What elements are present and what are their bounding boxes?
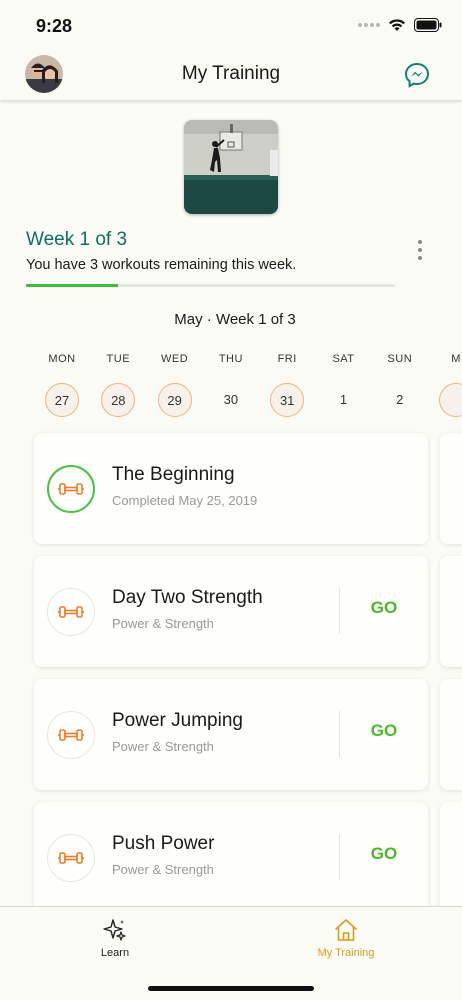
workout-card[interactable]: Power Jumping Power & Strength GO — [34, 679, 428, 790]
status-icons — [358, 18, 442, 32]
workout-card[interactable]: Push Power Power & Strength GO — [34, 802, 428, 913]
calendar-date[interactable] — [439, 383, 462, 417]
next-week-card-peek[interactable] — [440, 433, 462, 544]
weekday-label: MON — [48, 353, 76, 365]
card-divider — [339, 711, 340, 757]
workout-title: Push Power — [112, 833, 215, 854]
workout-title: Day Two Strength — [112, 587, 263, 608]
week-progress-fill — [26, 284, 119, 287]
week-progress-bar — [26, 284, 395, 287]
nav-item-learn[interactable]: Learn — [65, 917, 165, 959]
weekday-label: SAT — [332, 353, 355, 365]
signal-icon — [358, 23, 380, 27]
messenger-icon — [404, 62, 430, 88]
home-indicator — [148, 986, 314, 991]
workout-card[interactable]: Day Two Strength Power & Strength GO — [34, 556, 428, 667]
dumbbell-icon — [58, 729, 84, 741]
nav-label-learn: Learn — [100, 947, 130, 959]
workouts-remaining-text: You have 3 workouts remaining this week. — [26, 257, 297, 273]
workout-icon — [47, 711, 95, 759]
workout-subtitle: Power & Strength — [112, 616, 214, 631]
dumbbell-icon — [58, 483, 84, 495]
weekday-label: THU — [218, 353, 243, 365]
home-icon — [335, 919, 357, 941]
status-time: 9:28 — [36, 16, 73, 36]
nav-label-my-training: My Training — [317, 947, 375, 959]
dumbbell-icon — [58, 606, 84, 618]
calendar-date[interactable]: 29 — [157, 383, 192, 417]
calendar-date[interactable]: 1 — [327, 383, 361, 417]
workout-title: Power Jumping — [112, 710, 243, 731]
calendar-date[interactable]: 28 — [101, 383, 136, 417]
calendar-heading: May · Week 1 of 3 — [174, 311, 296, 328]
weekday-label: FRI — [277, 353, 297, 365]
program-image — [184, 120, 278, 214]
calendar-date[interactable]: 27 — [45, 383, 79, 417]
go-button[interactable]: GO — [356, 721, 412, 741]
app-header: My Training — [0, 54, 462, 100]
week-title: Week 1 of 3 — [26, 229, 128, 250]
calendar-date[interactable]: 31 — [270, 383, 305, 417]
messenger-button[interactable] — [402, 60, 432, 90]
workout-subtitle: Completed May 25, 2019 — [112, 493, 258, 508]
status-bar: 9:28 — [0, 0, 462, 54]
weekday-label: SUN — [387, 353, 413, 365]
workout-icon — [47, 588, 95, 636]
calendar-date[interactable]: 30 — [214, 383, 248, 417]
workout-subtitle: Power & Strength — [112, 862, 214, 877]
weekday-label: TUE — [106, 353, 131, 365]
wifi-icon — [388, 18, 406, 32]
workout-icon — [47, 834, 95, 882]
workout-title: The Beginning — [112, 464, 235, 485]
go-button[interactable]: GO — [356, 844, 412, 864]
page-title: My Training — [181, 63, 281, 84]
workout-subtitle: Power & Strength — [112, 739, 214, 754]
battery-icon — [414, 18, 442, 32]
card-divider — [339, 834, 340, 880]
go-button[interactable]: GO — [356, 598, 412, 618]
workout-card[interactable]: The Beginning Completed May 25, 2019 — [34, 433, 428, 544]
workout-icon — [47, 465, 95, 513]
card-divider — [339, 588, 340, 634]
next-week-card-peek[interactable] — [440, 679, 462, 790]
sparkle-icon — [103, 919, 126, 941]
nav-item-my-training[interactable]: My Training — [296, 917, 396, 959]
calendar-date[interactable]: 2 — [383, 383, 417, 417]
weekday-label: WED — [161, 353, 189, 365]
next-week-card-peek[interactable] — [440, 556, 462, 667]
dumbbell-icon — [58, 852, 84, 864]
weekday-label: M — [451, 353, 461, 365]
more-options-button[interactable] — [412, 240, 428, 266]
next-week-card-peek[interactable] — [440, 802, 462, 913]
